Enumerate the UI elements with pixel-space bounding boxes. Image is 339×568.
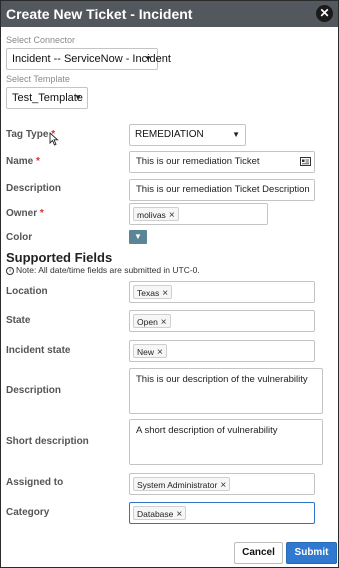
category-chip: Database × xyxy=(133,506,187,520)
name-value: This is our remediation Ticket xyxy=(136,156,260,167)
assigned-to-chip-label: System Administrator xyxy=(137,480,218,490)
short-description-label: Short description xyxy=(6,436,89,447)
dialog-titlebar: Create New Ticket - Incident ✕ xyxy=(1,1,338,27)
template-select[interactable]: Test_Template ▼ xyxy=(6,87,88,109)
required-marker: * xyxy=(39,208,44,219)
remove-chip-icon[interactable]: × xyxy=(161,317,167,328)
incident-state-chip-label: New xyxy=(137,347,155,357)
contact-card-icon[interactable] xyxy=(300,157,311,166)
owner-chip-label: molivas xyxy=(137,210,166,220)
assigned-to-label: Assigned to xyxy=(6,477,64,488)
cancel-button[interactable]: Cancel xyxy=(234,542,283,564)
tag-type-label: Tag Type * xyxy=(6,129,55,140)
owner-input[interactable]: molivas × xyxy=(129,203,268,225)
supported-description-label: Description xyxy=(6,385,62,396)
connector-label: Select Connector xyxy=(6,35,76,45)
state-label: State xyxy=(6,315,31,326)
template-value: Test_Template xyxy=(12,92,83,104)
state-chip-label: Open xyxy=(137,317,158,327)
incident-state-chip: New × xyxy=(133,344,167,358)
short-description-textarea[interactable]: A short description of vulnerability xyxy=(129,419,323,465)
location-input[interactable]: Texas × xyxy=(129,281,315,303)
supported-fields-title: Supported Fields xyxy=(6,250,113,265)
description-value: This is our remediation Ticket Descripti… xyxy=(136,184,310,195)
dropdown-caret-icon: ▼ xyxy=(232,130,240,139)
dropdown-caret-icon: ▼ xyxy=(144,54,152,63)
color-picker-button[interactable]: ▼ xyxy=(129,230,147,244)
description-input[interactable]: This is our remediation Ticket Descripti… xyxy=(129,179,315,201)
state-input[interactable]: Open × xyxy=(129,310,315,332)
tag-type-select[interactable]: REMEDIATION ▼ xyxy=(129,124,246,146)
location-label: Location xyxy=(6,286,48,297)
owner-chip: molivas × xyxy=(133,207,179,221)
close-icon[interactable]: ✕ xyxy=(316,5,333,22)
assigned-to-chip: System Administrator × xyxy=(133,477,231,491)
incident-state-label: Incident state xyxy=(6,345,71,356)
state-chip: Open × xyxy=(133,314,171,328)
remove-chip-icon[interactable]: × xyxy=(169,210,175,221)
utc-note: i Note: All date/time fields are submitte… xyxy=(6,265,200,275)
utc-note-text: Note: All date/time fields are submitted… xyxy=(16,265,200,275)
required-marker: * xyxy=(36,156,40,167)
remove-chip-icon[interactable]: × xyxy=(162,288,168,299)
tag-type-label-text: Tag Type xyxy=(6,129,49,140)
submit-button[interactable]: Submit xyxy=(286,542,337,564)
category-chip-label: Database xyxy=(137,509,174,519)
owner-label-text: Owner xyxy=(6,208,38,219)
supported-description-value: This is our description of the vulnerabi… xyxy=(136,374,308,385)
chevron-down-icon: ▼ xyxy=(134,232,142,241)
info-icon: i xyxy=(6,266,14,275)
create-ticket-dialog: Create New Ticket - Incident ✕ Select Co… xyxy=(0,0,339,568)
remove-chip-icon[interactable]: × xyxy=(176,509,182,520)
assigned-to-input[interactable]: System Administrator × xyxy=(129,473,315,495)
short-description-value: A short description of vulnerability xyxy=(136,425,278,436)
name-label: Name * xyxy=(6,156,40,167)
location-chip: Texas × xyxy=(133,285,173,299)
color-label: Color xyxy=(6,232,33,243)
name-label-text: Name xyxy=(6,156,34,167)
mouse-cursor-icon xyxy=(49,132,59,146)
tag-type-value: REMEDIATION xyxy=(135,129,204,140)
dialog-title: Create New Ticket - Incident xyxy=(6,6,193,22)
category-label: Category xyxy=(6,507,50,518)
description-label: Description xyxy=(6,183,62,194)
location-chip-label: Texas xyxy=(137,288,160,298)
dropdown-caret-icon: ▼ xyxy=(74,93,82,102)
supported-description-textarea[interactable]: This is our description of the vulnerabi… xyxy=(129,368,323,414)
remove-chip-icon[interactable]: × xyxy=(157,347,163,358)
name-input[interactable]: This is our remediation Ticket xyxy=(129,151,315,173)
connector-select[interactable]: Incident -- ServiceNow - Incident ▼ xyxy=(6,48,171,70)
owner-label: Owner * xyxy=(6,208,44,219)
template-label: Select Template xyxy=(6,74,70,84)
incident-state-input[interactable]: New × xyxy=(129,340,315,362)
category-input[interactable]: Database × xyxy=(129,502,315,524)
remove-chip-icon[interactable]: × xyxy=(220,480,226,491)
